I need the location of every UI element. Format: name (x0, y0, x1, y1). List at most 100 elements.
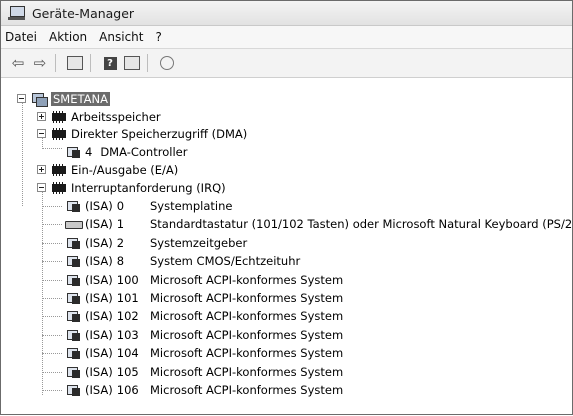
irq-bus-number: (ISA) 102 (85, 309, 140, 323)
irq-number: 0 (116, 198, 125, 213)
view-icon (124, 56, 140, 70)
forward-arrow-icon: ⇨ (33, 53, 47, 72)
tree-line (42, 280, 62, 281)
toolbar-separator (55, 54, 56, 72)
system-device-icon (65, 347, 81, 359)
irq-bus: (ISA) (85, 364, 113, 379)
irq-device-row[interactable]: (ISA) 2 Systemzeitgeber (65, 234, 247, 251)
irq-device-row[interactable]: (ISA) 1 Standardtastatur (101/102 Tasten) … (65, 215, 572, 232)
irq-bus: (ISA) (85, 345, 113, 360)
device-name: Microsoft ACPI-konformes System (150, 272, 344, 287)
back-button[interactable]: ⇦ (9, 55, 27, 71)
irq-bus: (ISA) (85, 308, 113, 323)
tree-line (42, 261, 62, 262)
tree-item-dma[interactable]: Direkter Speicherzugriff (DMA) (37, 125, 247, 142)
chip-icon (51, 127, 67, 140)
system-device-icon (65, 292, 81, 304)
irq-device-row[interactable]: (ISA) 0 Systemplatine (65, 197, 233, 214)
irq-bus: (ISA) (85, 235, 113, 250)
tree-line (42, 335, 62, 336)
system-device-icon (65, 384, 81, 396)
help-icon: ? (103, 56, 117, 70)
irq-bus: (ISA) (85, 253, 113, 268)
toolbar: ⇦ ⇨ ? (1, 49, 572, 78)
system-device-icon (65, 146, 81, 158)
irq-bus: (ISA) (85, 327, 113, 342)
toolbar-separator (90, 54, 91, 72)
back-arrow-icon: ⇦ (11, 53, 25, 72)
irq-device-row[interactable]: (ISA) 103 Microsoft ACPI-konformes System (65, 326, 343, 343)
irq-bus-number: (ISA) 0 (85, 199, 140, 213)
scan-hardware-icon (160, 56, 174, 70)
system-device-icon (65, 200, 81, 212)
irq-bus-number: (ISA) 8 (85, 254, 140, 268)
menu-help[interactable]: ? (149, 30, 167, 44)
irq-device-row[interactable]: (ISA) 104 Microsoft ACPI-konformes System (65, 344, 343, 361)
category-label: Ein-/Ausgabe (E/A) (71, 162, 179, 177)
tree-line (42, 188, 43, 395)
device-name: Systemplatine (150, 198, 233, 213)
window-title: Geräte-Manager (32, 5, 135, 21)
system-device-icon (65, 329, 81, 341)
tree-item-irq[interactable]: Interruptanforderung (IRQ) (37, 179, 226, 196)
irq-bus-number: (ISA) 106 (85, 383, 140, 397)
properties-button[interactable] (66, 55, 84, 71)
category-label: Arbeitsspeicher (71, 109, 161, 124)
device-manager-icon (8, 5, 26, 21)
device-name: Microsoft ACPI-konformes System (150, 364, 344, 379)
device-name: Microsoft ACPI-konformes System (150, 308, 344, 323)
tree-item-io[interactable]: Ein-/Ausgabe (E/A) (37, 161, 178, 178)
tree-line (42, 298, 62, 299)
irq-bus-number: (ISA) 101 (85, 291, 140, 305)
resource-number: 4 (85, 144, 93, 159)
device-name: Microsoft ACPI-konformes System (150, 382, 344, 397)
irq-number: 104 (116, 345, 139, 360)
irq-bus: (ISA) (85, 198, 113, 213)
irq-bus-number: (ISA) 104 (85, 346, 140, 360)
toolbar-separator (147, 54, 148, 72)
collapse-icon[interactable] (37, 129, 46, 138)
irq-bus-number: (ISA) 2 (85, 236, 140, 250)
forward-button[interactable]: ⇨ (31, 55, 49, 71)
irq-device-row[interactable]: (ISA) 8 System CMOS/Echtzeituhr (65, 252, 300, 269)
irq-bus-number: (ISA) 105 (85, 365, 140, 379)
expand-icon[interactable] (37, 165, 46, 174)
device-name: Microsoft ACPI-konformes System (150, 345, 344, 360)
menu-ansicht[interactable]: Ansicht (93, 30, 149, 44)
title-bar[interactable]: Geräte-Manager (1, 1, 572, 26)
menu-datei[interactable]: Datei (1, 30, 43, 44)
expand-icon[interactable] (37, 112, 46, 121)
irq-device-row[interactable]: (ISA) 102 Microsoft ACPI-konformes System (65, 307, 343, 324)
help-button[interactable]: ? (101, 55, 119, 71)
irq-bus-number: (ISA) 1 (85, 217, 140, 231)
collapse-icon[interactable] (17, 94, 26, 103)
keyboard-icon (65, 218, 83, 230)
device-tree: SMETANA Arbeitsspeicher Direkter Speiche… (1, 79, 572, 416)
irq-number: 101 (116, 290, 139, 305)
system-device-icon (65, 366, 81, 378)
irq-device-row[interactable]: (ISA) 100 Microsoft ACPI-konformes System (65, 271, 343, 288)
irq-device-row[interactable]: (ISA) 101 Microsoft ACPI-konformes System (65, 289, 343, 306)
tree-line (42, 243, 62, 244)
irq-number: 103 (116, 327, 139, 342)
properties-icon (67, 56, 83, 70)
irq-number: 100 (116, 272, 139, 287)
category-label: Direkter Speicherzugriff (DMA) (71, 126, 248, 141)
irq-device-row[interactable]: (ISA) 105 Microsoft ACPI-konformes System (65, 363, 343, 380)
irq-bus: (ISA) (85, 272, 113, 287)
tree-item-dma-controller[interactable]: 4 DMA-Controller (65, 143, 187, 160)
view-button[interactable] (123, 55, 141, 71)
device-name: System CMOS/Echtzeituhr (150, 253, 301, 268)
device-name: Microsoft ACPI-konformes System (150, 290, 344, 305)
category-label: Interruptanforderung (IRQ) (71, 180, 226, 195)
scan-hardware-button[interactable] (158, 55, 176, 71)
tree-item-arbeitsspeicher[interactable]: Arbeitsspeicher (37, 108, 161, 125)
collapse-icon[interactable] (37, 183, 46, 192)
menu-aktion[interactable]: Aktion (43, 30, 93, 44)
irq-number: 2 (116, 235, 125, 250)
tree-line (42, 353, 62, 354)
tree-line (42, 372, 62, 373)
tree-root[interactable]: SMETANA (17, 90, 110, 107)
system-device-icon (65, 255, 81, 267)
irq-device-row[interactable]: (ISA) 106 Microsoft ACPI-konformes System (65, 381, 343, 398)
